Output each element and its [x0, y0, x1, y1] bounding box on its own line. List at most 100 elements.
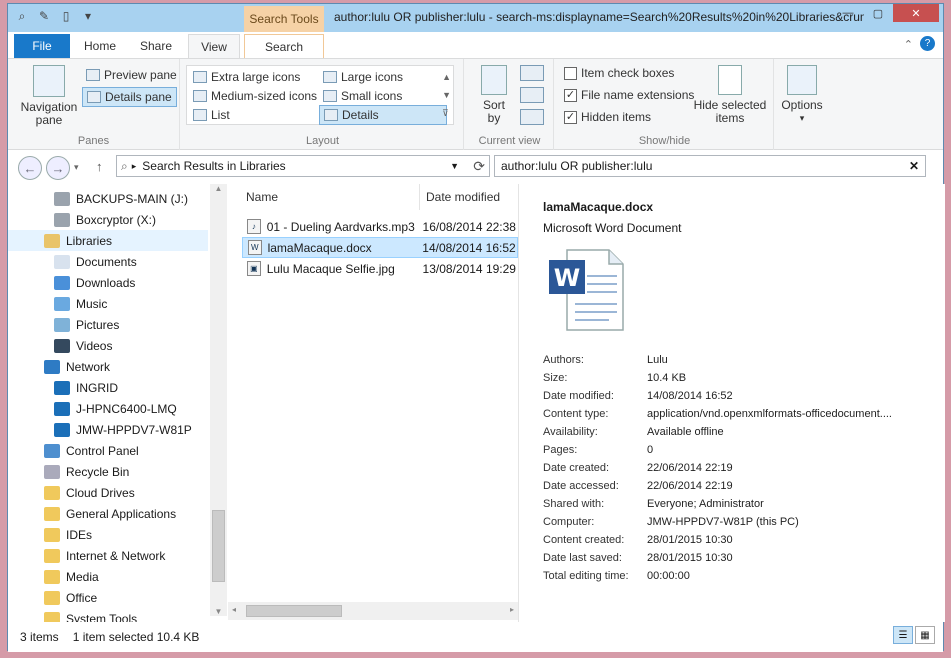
breadcrumb-chevron-icon[interactable]: ▸ [132, 161, 137, 172]
file-row[interactable]: WlamaMacaque.docx 14/08/2014 16:52 [242, 237, 518, 258]
customize-dropdown-icon[interactable]: ▾ [80, 8, 96, 24]
layout-small-icons[interactable]: Small icons [319, 86, 406, 106]
file-row[interactable]: ♪ 01 - Dueling Aardvarks.mp3 16/08/2014 22… [242, 216, 518, 237]
nav-item-backups-main-j-[interactable]: BACKUPS-MAIN (J:) [8, 188, 208, 209]
property-value[interactable]: Everyone; Administrator [647, 498, 917, 516]
up-button[interactable]: ↑ [96, 159, 103, 174]
nav-item-boxcryptor-x-[interactable]: Boxcryptor (X:) [8, 209, 208, 230]
hide-selected-items-button[interactable]: Hide selected items [692, 65, 768, 125]
search-icon: ⌕ [121, 158, 128, 173]
nav-item-ides[interactable]: IDEs [8, 524, 208, 545]
nav-item-network[interactable]: Network [8, 356, 208, 377]
nav-item-office[interactable]: Office [8, 587, 208, 608]
property-value[interactable]: 00:00:00 [647, 570, 917, 588]
item-check-boxes-toggle[interactable]: Item check boxes [560, 63, 678, 83]
recent-locations-icon[interactable]: ▾ [74, 162, 79, 173]
nav-item-libraries[interactable]: Libraries [8, 230, 208, 251]
property-label: Size: [543, 372, 568, 384]
documents-icon [54, 254, 70, 269]
layout-extra-large-icons[interactable]: Extra large icons [189, 67, 304, 87]
preview-pane-button[interactable]: Preview pane [82, 65, 181, 85]
details-view-icon[interactable]: ☰ [893, 626, 913, 644]
property-value[interactable]: 14/08/2014 16:52 [647, 390, 917, 408]
property-value[interactable]: Available offline [647, 426, 917, 444]
nav-item-pictures[interactable]: Pictures [8, 314, 208, 335]
property-value[interactable]: 28/01/2015 10:30 [647, 534, 917, 552]
folder-icon [44, 485, 60, 500]
column-header-name[interactable]: Name [242, 184, 420, 210]
nav-item-general-applications[interactable]: General Applications [8, 503, 208, 524]
forward-button[interactable]: → [46, 156, 70, 180]
nav-item-label: Control Panel [66, 443, 139, 458]
file-name-extensions-toggle[interactable]: ✓ File name extensions [560, 85, 698, 105]
new-folder-icon[interactable]: ▯ [58, 8, 74, 24]
nav-scroll-thumb[interactable] [212, 510, 225, 582]
help-icon[interactable]: ? [920, 36, 935, 51]
file-list-hscrollbar[interactable]: ◂ ▸ [228, 602, 518, 620]
column-header-date-modified[interactable]: Date modified [420, 184, 518, 210]
property-value[interactable]: 28/01/2015 10:30 [647, 552, 917, 570]
options-button[interactable]: Options ▾ [778, 65, 826, 125]
property-value[interactable]: JMW-HPPDV7-W81P (this PC) [647, 516, 917, 534]
nav-item-internet-network[interactable]: Internet & Network [8, 545, 208, 566]
property-value[interactable]: 0 [647, 444, 917, 462]
scroll-down-icon[interactable]: ▼ [210, 607, 227, 616]
layout-large-icons[interactable]: Large icons [319, 67, 407, 87]
property-value[interactable]: Lulu [647, 354, 917, 372]
tab-file[interactable]: File [14, 34, 70, 58]
refresh-icon[interactable]: ⟳ [473, 158, 485, 175]
nav-item-documents[interactable]: Documents [8, 251, 208, 272]
property-value[interactable]: application/vnd.openxmlformats-officedoc… [647, 408, 917, 426]
nav-item-j-hpnc6400-lmq[interactable]: J-HPNC6400-LMQ [8, 398, 208, 419]
details-pane-button[interactable]: Details pane [82, 87, 177, 107]
close-button[interactable]: ✕ [893, 4, 939, 22]
group-by-icon[interactable] [520, 65, 544, 81]
layout-group: Extra large icons Large icons Medium-siz… [182, 59, 464, 150]
nav-item-media[interactable]: Media [8, 566, 208, 587]
hidden-items-toggle[interactable]: ✓ Hidden items [560, 107, 655, 127]
gallery-scroll-icon[interactable]: ▲ ▼ ⊽ [442, 68, 451, 122]
search-icon[interactable]: ⌕ [14, 8, 30, 24]
large-icons-view-icon[interactable]: ▦ [915, 626, 935, 644]
clear-search-icon[interactable]: ✕ [909, 159, 919, 173]
back-button[interactable]: ← [18, 156, 42, 180]
tab-search[interactable]: Search [244, 34, 324, 58]
scroll-right-icon[interactable]: ▸ [510, 605, 514, 614]
file-row[interactable]: ▣ Lulu Macaque Selfie.jpg 13/08/2014 19:29 [242, 258, 518, 279]
scroll-left-icon[interactable]: ◂ [232, 605, 236, 614]
maximize-button[interactable]: ▢ [863, 4, 893, 22]
layout-medium-icons[interactable]: Medium-sized icons [189, 86, 321, 106]
nav-item-system-tools[interactable]: System Tools [8, 608, 208, 622]
nav-item-music[interactable]: Music [8, 293, 208, 314]
add-columns-icon[interactable] [520, 87, 544, 103]
properties-icon[interactable]: ✎ [36, 8, 52, 24]
collapse-ribbon-icon[interactable]: ⌃ [904, 38, 913, 51]
layout-list[interactable]: List [189, 105, 234, 125]
nav-item-videos[interactable]: Videos [8, 335, 208, 356]
nav-item-control-panel[interactable]: Control Panel [8, 440, 208, 461]
folder-icon [44, 548, 60, 563]
sort-by-button[interactable]: Sort by [474, 65, 514, 125]
address-dropdown-icon[interactable]: ▼ [450, 161, 459, 171]
minimize-button[interactable]: — [833, 4, 863, 22]
nav-item-cloud-drives[interactable]: Cloud Drives [8, 482, 208, 503]
property-value[interactable]: 22/06/2014 22:19 [647, 480, 917, 498]
layout-details[interactable]: Details [319, 105, 447, 125]
tab-home[interactable]: Home [76, 34, 124, 58]
property-label: Date modified: [543, 390, 614, 402]
search-input[interactable]: author:lulu OR publisher:lulu ✕ [494, 155, 926, 177]
nav-item-recycle-bin[interactable]: Recycle Bin [8, 461, 208, 482]
nav-item-ingrid[interactable]: INGRID [8, 377, 208, 398]
nav-item-jmw-hppdv7-w81p[interactable]: JMW-HPPDV7-W81P [8, 419, 208, 440]
nav-item-downloads[interactable]: Downloads [8, 272, 208, 293]
hscroll-thumb[interactable] [246, 605, 342, 617]
size-columns-icon[interactable] [520, 109, 544, 125]
nav-scrollbar[interactable]: ▲ ▼ [210, 184, 227, 616]
tab-share[interactable]: Share [130, 34, 182, 58]
tab-view[interactable]: View [188, 34, 240, 58]
navigation-pane-button[interactable]: Navigation pane [18, 65, 80, 127]
address-box[interactable]: ⌕ ▸ Search Results in Libraries ▼ ⟳ [116, 155, 490, 177]
property-value[interactable]: 22/06/2014 22:19 [647, 462, 917, 480]
scroll-up-icon[interactable]: ▲ [210, 184, 227, 193]
property-value[interactable]: 10.4 KB [647, 372, 917, 390]
